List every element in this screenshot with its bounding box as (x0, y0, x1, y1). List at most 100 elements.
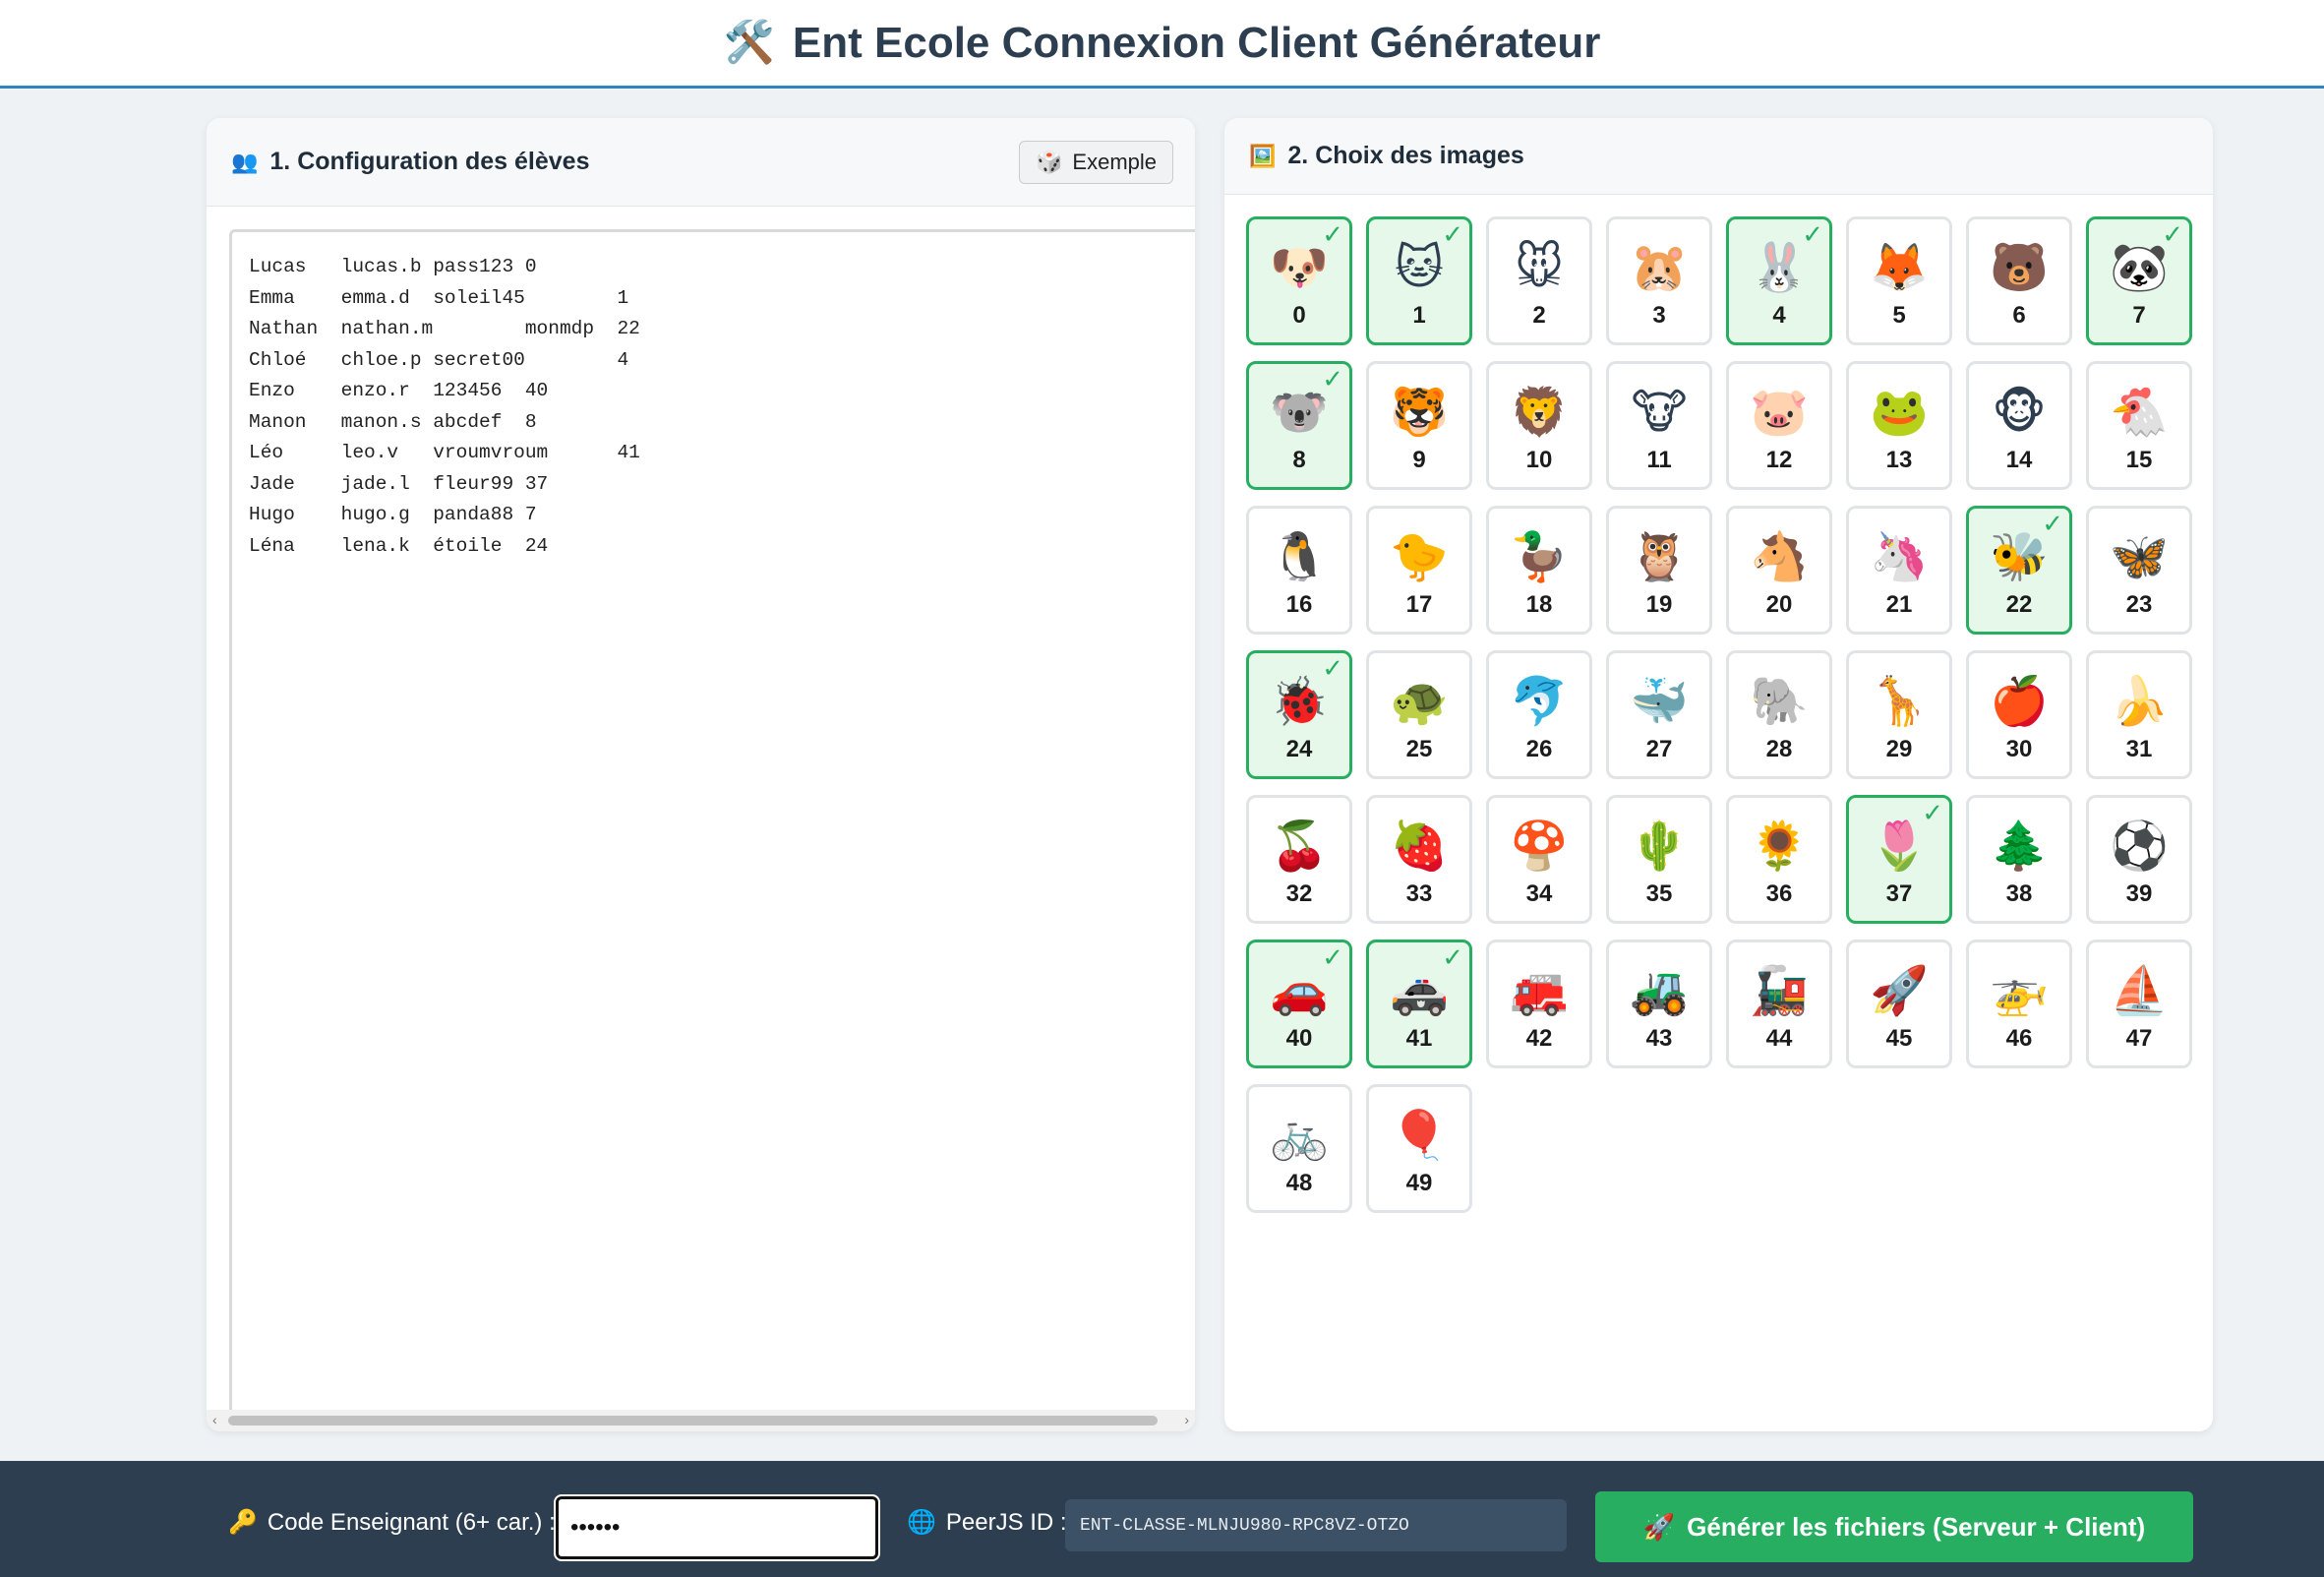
image-tile-43[interactable]: 🚜 43 (1606, 940, 1712, 1068)
image-tile-29[interactable]: 🦒 29 (1846, 650, 1952, 779)
image-tile-22[interactable]: 🐝 22 ✓ (1966, 506, 2072, 635)
image-tile-48[interactable]: 🚲 48 (1246, 1084, 1352, 1213)
image-tile-number: 34 (1525, 880, 1553, 907)
image-tile-27[interactable]: 🐳 27 (1606, 650, 1712, 779)
image-tile-9[interactable]: 🐯 9 (1366, 361, 1472, 490)
image-tile-37[interactable]: 🌷 37 ✓ (1846, 795, 1952, 924)
image-tile-14[interactable]: 🐵 14 (1966, 361, 2072, 490)
image-tile-1[interactable]: 🐱 1 ✓ (1366, 216, 1472, 345)
dice-icon: 🎲 (1036, 149, 1063, 174)
check-icon: ✓ (1322, 219, 1343, 249)
image-tile-45[interactable]: 🚀 45 (1846, 940, 1952, 1068)
teacher-code-input[interactable] (554, 1494, 880, 1561)
image-tile-icon: 🚲 (1270, 1110, 1329, 1162)
scroll-left-icon[interactable]: ‹ (212, 1412, 217, 1427)
image-tile-icon: 🚂 (1750, 965, 1809, 1017)
image-tile-24[interactable]: 🐞 24 ✓ (1246, 650, 1352, 779)
image-tile-number: 26 (1525, 736, 1553, 762)
image-tile-11[interactable]: 🐮 11 (1606, 361, 1712, 490)
image-tile-46[interactable]: 🚁 46 (1966, 940, 2072, 1068)
image-tile-number: 5 (1892, 302, 1906, 329)
image-tile-icon: 🚜 (1630, 965, 1689, 1017)
image-tile-15[interactable]: 🐔 15 (2086, 361, 2192, 490)
image-tile-number: 37 (1885, 880, 1913, 907)
horizontal-scrollbar[interactable]: ‹ › (207, 1410, 1195, 1431)
image-tile-6[interactable]: 🐻 6 (1966, 216, 2072, 345)
image-tile-26[interactable]: 🐬 26 (1486, 650, 1592, 779)
image-tile-38[interactable]: 🌲 38 (1966, 795, 2072, 924)
image-tile-5[interactable]: 🦊 5 (1846, 216, 1952, 345)
image-tile-36[interactable]: 🌻 36 (1726, 795, 1832, 924)
image-tile-34[interactable]: 🍄 34 (1486, 795, 1592, 924)
image-tile-25[interactable]: 🐢 25 (1366, 650, 1472, 779)
image-tile-32[interactable]: 🍒 32 (1246, 795, 1352, 924)
image-tile-13[interactable]: 🐸 13 (1846, 361, 1952, 490)
generate-files-button-label: Générer les fichiers (Serveur + Client) (1687, 1511, 2146, 1542)
image-tile-icon: 🦋 (2110, 531, 2169, 583)
image-tile-49[interactable]: 🎈 49 (1366, 1084, 1472, 1213)
image-tile-number: 23 (2125, 591, 2153, 618)
image-tile-number: 27 (1645, 736, 1673, 762)
image-tile-31[interactable]: 🍌 31 (2086, 650, 2192, 779)
image-tile-41[interactable]: 🚓 41 ✓ (1366, 940, 1472, 1068)
image-tile-0[interactable]: 🐶 0 ✓ (1246, 216, 1352, 345)
image-tile-icon: 🐭 (1514, 242, 1565, 294)
image-tile-21[interactable]: 🦄 21 (1846, 506, 1952, 635)
image-tile-number: 28 (1765, 736, 1793, 762)
image-tile-7[interactable]: 🐼 7 ✓ (2086, 216, 2192, 345)
image-tile-35[interactable]: 🌵 35 (1606, 795, 1712, 924)
users-icon: 👥 (231, 149, 259, 174)
image-tile-8[interactable]: 🐨 8 ✓ (1246, 361, 1352, 490)
image-tile-number: 38 (2005, 880, 2033, 907)
image-tile-40[interactable]: 🚗 40 ✓ (1246, 940, 1352, 1068)
check-icon: ✓ (1922, 798, 1943, 827)
image-tile-4[interactable]: 🐰 4 ✓ (1726, 216, 1832, 345)
image-tile-icon: 🐬 (1510, 676, 1569, 728)
image-tile-20[interactable]: 🐴 20 (1726, 506, 1832, 635)
image-tile-number: 1 (1412, 302, 1426, 329)
image-tile-39[interactable]: ⚽ 39 (2086, 795, 2192, 924)
generate-files-button[interactable]: 🚀 Générer les fichiers (Serveur + Client… (1595, 1491, 2193, 1562)
images-panel-header: 🖼️ 2. Choix des images (1224, 118, 2213, 195)
image-tile-icon: 🐻 (1990, 242, 2049, 294)
image-tile-44[interactable]: 🚂 44 (1726, 940, 1832, 1068)
image-tile-number: 30 (2005, 736, 2033, 762)
images-panel: 🖼️ 2. Choix des images 🐶 0 ✓ 🐱 1 ✓ 🐭 2 🐹 3 🐰 4 ✓ 🦊 5 🐻 6… (1224, 118, 2213, 1431)
image-tile-10[interactable]: 🦁 10 (1486, 361, 1592, 490)
image-tile-17[interactable]: 🐤 17 (1366, 506, 1472, 635)
image-tile-23[interactable]: 🦋 23 (2086, 506, 2192, 635)
image-tile-icon: 🐴 (1750, 531, 1809, 583)
peerjs-id-field[interactable]: ENT-CLASSE-MLNJU980-RPC8VZ-OTZO (1065, 1499, 1567, 1551)
image-tile-28[interactable]: 🐘 28 (1726, 650, 1832, 779)
image-tile-47[interactable]: ⛵ 47 (2086, 940, 2192, 1068)
image-tile-3[interactable]: 🐹 3 (1606, 216, 1712, 345)
scrollbar-thumb[interactable] (228, 1416, 1158, 1425)
image-tile-30[interactable]: 🍎 30 (1966, 650, 2072, 779)
image-tile-icon: 🐼 (2110, 242, 2169, 294)
image-tile-19[interactable]: 🦉 19 (1606, 506, 1712, 635)
image-tile-icon: 🐨 (1270, 387, 1329, 439)
image-tile-18[interactable]: 🦆 18 (1486, 506, 1592, 635)
image-tile-icon: 🦄 (1870, 531, 1929, 583)
image-tile-42[interactable]: 🚒 42 (1486, 940, 1592, 1068)
scroll-right-icon[interactable]: › (1184, 1412, 1189, 1427)
image-tile-icon: 🌷 (1870, 820, 1929, 873)
students-textarea-content: Lucas lucas.b pass123 0 Emma emma.d sole… (249, 256, 640, 557)
image-tile-number: 33 (1405, 880, 1433, 907)
picture-icon: 🖼️ (1249, 143, 1277, 168)
image-tile-number: 46 (2005, 1025, 2033, 1052)
image-tile-16[interactable]: 🐧 16 (1246, 506, 1352, 635)
image-tile-icon: 🐹 (1630, 242, 1689, 294)
image-tile-33[interactable]: 🍓 33 (1366, 795, 1472, 924)
example-button[interactable]: 🎲 Exemple (1019, 140, 1173, 184)
students-textarea[interactable]: Lucas lucas.b pass123 0 Emma emma.d sole… (229, 229, 1195, 1431)
image-tile-number: 47 (2125, 1025, 2153, 1052)
image-tile-icon: 🐷 (1750, 387, 1809, 439)
tools-icon: 🛠️ (723, 19, 775, 65)
check-icon: ✓ (2162, 219, 2183, 249)
image-tile-icon: 🐯 (1390, 387, 1449, 439)
image-tile-2[interactable]: 🐭 2 (1486, 216, 1592, 345)
image-tile-12[interactable]: 🐷 12 (1726, 361, 1832, 490)
image-tile-number: 18 (1525, 591, 1553, 618)
image-tile-number: 29 (1885, 736, 1913, 762)
